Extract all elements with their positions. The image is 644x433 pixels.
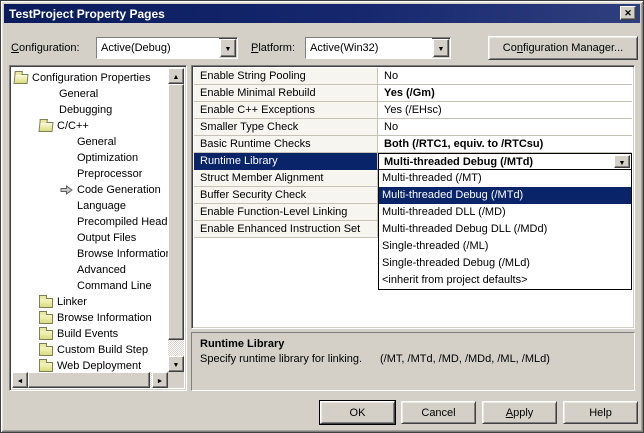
- tree-item-advanced[interactable]: Advanced: [12, 262, 170, 278]
- description-flags: (/MT, /MTd, /MD, /MDd, /ML, /MLd): [380, 353, 550, 365]
- tree-item-browse-information[interactable]: Browse Information: [12, 246, 170, 262]
- tree-item-general[interactable]: General: [12, 86, 170, 102]
- property-row-enable-string-pooling[interactable]: Enable String PoolingNo: [194, 68, 632, 85]
- configuration-dropdown-button[interactable]: [220, 39, 236, 57]
- tree-item-precompiled-headers[interactable]: Precompiled Headers: [12, 214, 170, 230]
- chevron-down-icon: [225, 42, 232, 54]
- tree-item-linker[interactable]: Linker: [12, 294, 170, 310]
- cancel-button[interactable]: Cancel: [401, 401, 476, 424]
- runtime-library-dropdown-list: Multi-threaded (/MT) Multi-threaded Debu…: [378, 169, 632, 290]
- configuration-select[interactable]: Active(Debug): [96, 37, 238, 59]
- runtime-library-value: Multi-threaded Debug (/MTd): [384, 156, 533, 168]
- folder-closed-icon: [39, 362, 53, 372]
- tree-content: Configuration Properties General Debuggi…: [12, 68, 170, 372]
- triangle-right-icon: [157, 374, 164, 386]
- triangle-left-icon: [17, 374, 24, 386]
- property-row-enable-minimal-rebuild[interactable]: Enable Minimal RebuildYes (/Gm): [194, 85, 632, 102]
- tree-item-debugging[interactable]: Debugging: [12, 102, 170, 118]
- property-row-runtime-library[interactable]: Runtime Library Multi-threaded Debug (/M…: [194, 153, 632, 170]
- scrollbar-corner: [168, 372, 184, 388]
- close-icon: [624, 7, 632, 19]
- window-title: TestProject Property Pages: [9, 7, 165, 21]
- current-page-arrow-icon: [60, 185, 73, 195]
- close-button[interactable]: [620, 6, 636, 20]
- scroll-right-button[interactable]: [152, 372, 168, 388]
- folder-closed-icon: [39, 346, 53, 356]
- chevron-down-icon: [619, 156, 626, 168]
- tree-item-web-deployment[interactable]: Web Deployment: [12, 358, 170, 372]
- configuration-value: Active(Debug): [97, 38, 219, 58]
- runtime-library-dropdown-button[interactable]: [614, 155, 630, 168]
- tree-item-output-files[interactable]: Output Files: [12, 230, 170, 246]
- configuration-manager-button[interactable]: Configuration Manager...: [488, 36, 638, 60]
- description-panel: Runtime Library Specify runtime library …: [191, 332, 635, 391]
- vertical-scroll-thumb[interactable]: [168, 84, 184, 340]
- folder-open-icon: [13, 74, 28, 84]
- tree-item-browse-information-root[interactable]: Browse Information: [12, 310, 170, 326]
- platform-select[interactable]: Active(Win32): [305, 37, 451, 59]
- horizontal-scroll-thumb[interactable]: [28, 372, 150, 388]
- dropdown-option-inherit[interactable]: <inherit from project defaults>: [379, 272, 631, 289]
- triangle-down-icon: [173, 358, 180, 370]
- property-pages-dialog: TestProject Property Pages Configuration…: [0, 0, 644, 433]
- chevron-down-icon: [438, 42, 445, 54]
- tree-item-preprocessor[interactable]: Preprocessor: [12, 166, 170, 182]
- tree-item-custom-build-step[interactable]: Custom Build Step: [12, 342, 170, 358]
- scroll-down-button[interactable]: [168, 356, 184, 372]
- scroll-up-button[interactable]: [168, 68, 184, 84]
- platform-value: Active(Win32): [306, 38, 432, 58]
- tree-vertical-scrollbar[interactable]: [168, 68, 184, 372]
- dropdown-option-mdd[interactable]: Multi-threaded Debug DLL (/MDd): [379, 221, 631, 238]
- folder-closed-icon: [39, 298, 53, 308]
- tree-item-configuration-properties[interactable]: Configuration Properties: [12, 70, 170, 86]
- tree-item-c-cpp[interactable]: C/C++: [12, 118, 170, 134]
- category-tree: Configuration Properties General Debuggi…: [9, 65, 187, 391]
- tree-item-code-generation[interactable]: Code Generation: [12, 182, 170, 198]
- ok-button[interactable]: OK: [320, 401, 395, 424]
- dropdown-option-mld[interactable]: Single-threaded Debug (/MLd): [379, 255, 631, 272]
- tree-item-command-line[interactable]: Command Line: [12, 278, 170, 294]
- title-bar: TestProject Property Pages: [4, 4, 640, 23]
- property-row-enable-cpp-exceptions[interactable]: Enable C++ ExceptionsYes (/EHsc): [194, 102, 632, 119]
- dropdown-option-md[interactable]: Multi-threaded DLL (/MD): [379, 204, 631, 221]
- configuration-label: Configuration:: [11, 42, 80, 54]
- dropdown-option-ml[interactable]: Single-threaded (/ML): [379, 238, 631, 255]
- folder-closed-icon: [39, 314, 53, 324]
- triangle-up-icon: [173, 70, 180, 82]
- platform-label: Platform:: [251, 42, 295, 54]
- scroll-left-button[interactable]: [12, 372, 28, 388]
- property-row-basic-runtime-checks[interactable]: Basic Runtime ChecksBoth (/RTC1, equiv. …: [194, 136, 632, 153]
- folder-open-icon: [38, 122, 53, 132]
- dropdown-option-mt[interactable]: Multi-threaded (/MT): [379, 170, 631, 187]
- help-button[interactable]: Help: [563, 401, 638, 424]
- tree-horizontal-scrollbar[interactable]: [12, 372, 168, 388]
- description-title: Runtime Library: [200, 338, 626, 350]
- property-row-smaller-type-check[interactable]: Smaller Type CheckNo: [194, 119, 632, 136]
- tree-item-build-events[interactable]: Build Events: [12, 326, 170, 342]
- tree-item-optimization[interactable]: Optimization: [12, 150, 170, 166]
- tree-item-language[interactable]: Language: [12, 198, 170, 214]
- platform-dropdown-button[interactable]: [433, 39, 449, 57]
- folder-closed-icon: [39, 330, 53, 340]
- tree-item-cpp-general[interactable]: General: [12, 134, 170, 150]
- dropdown-option-mtd[interactable]: Multi-threaded Debug (/MTd): [379, 187, 631, 204]
- description-body: Specify runtime library for linking. (/MT…: [200, 353, 626, 365]
- runtime-library-combobox[interactable]: Multi-threaded Debug (/MTd): [378, 153, 632, 170]
- apply-button[interactable]: Apply: [482, 401, 557, 424]
- description-text: Specify runtime library for linking.: [200, 353, 362, 365]
